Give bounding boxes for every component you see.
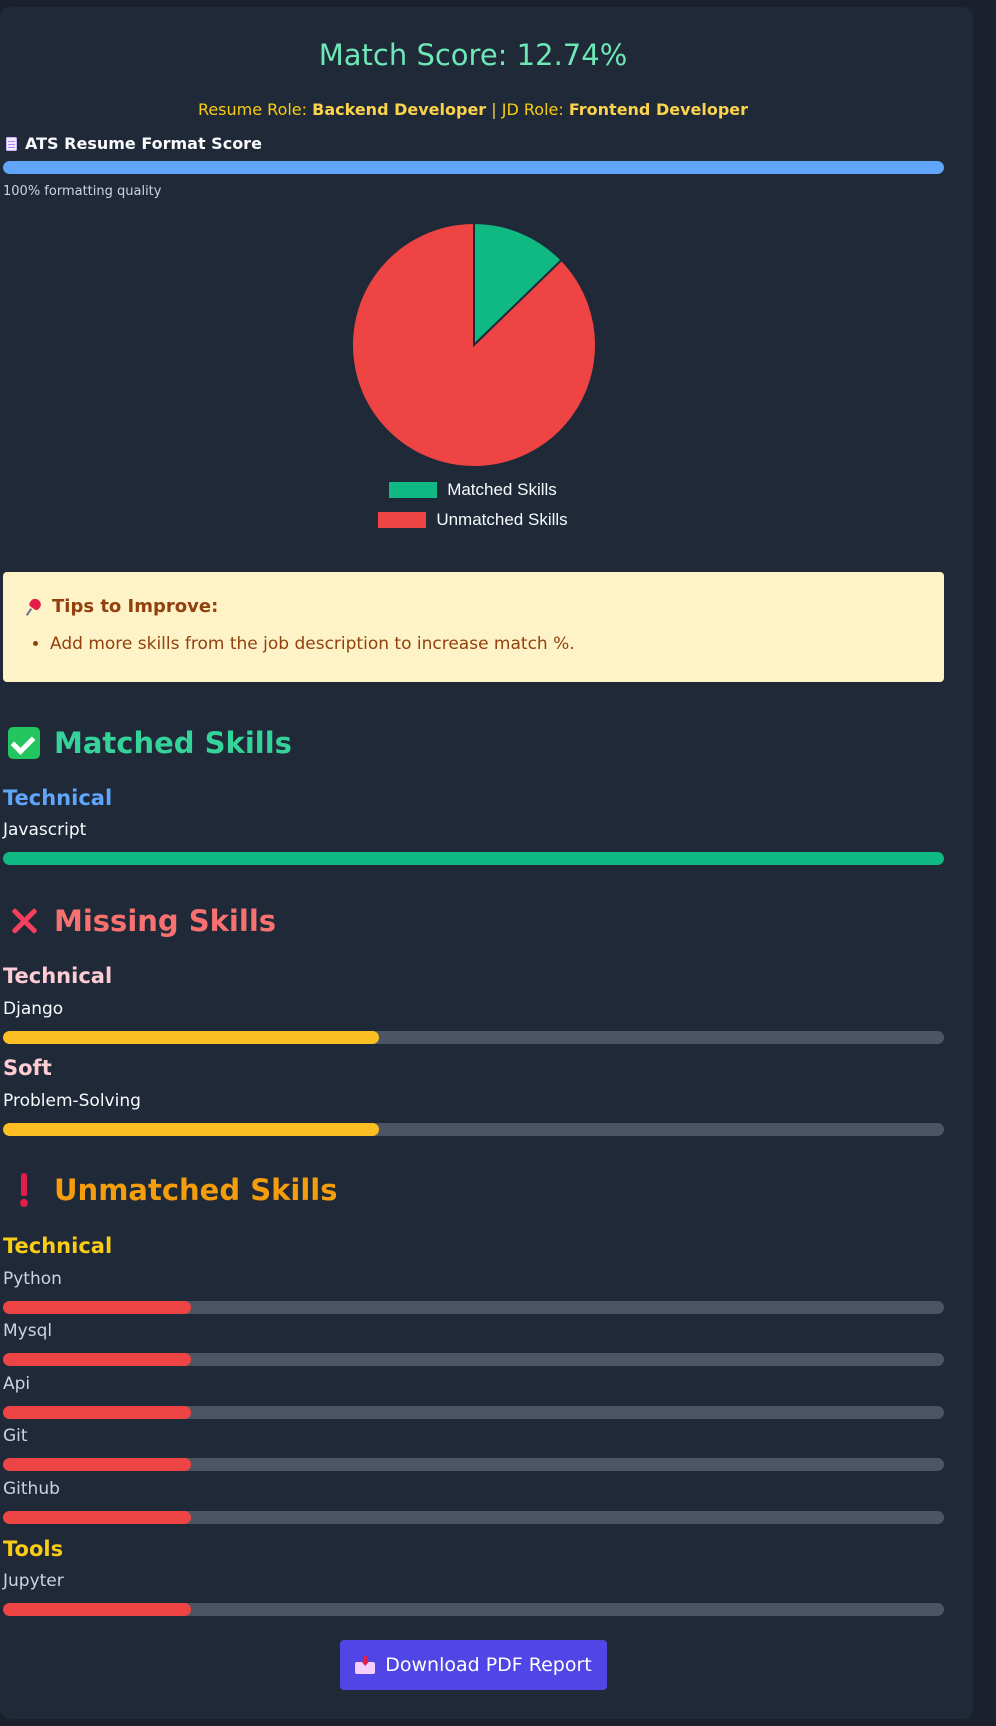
legend-label-matched: Matched Skills bbox=[447, 480, 557, 499]
skill-label-mysql: Mysql bbox=[3, 1321, 53, 1341]
skill-bar-fill bbox=[3, 1406, 192, 1419]
skill-label-python: Python bbox=[3, 1269, 62, 1289]
roles-separator: | bbox=[491, 100, 497, 119]
match-score-title: Match Score: 12.74% bbox=[318, 38, 628, 72]
ats-progress-bar bbox=[3, 161, 944, 174]
unmatched-skills-heading: Unmatched Skills bbox=[8, 1173, 337, 1207]
matched-skills-title: Matched Skills bbox=[54, 726, 292, 760]
unmatched-category-technical: Technical bbox=[3, 1234, 113, 1258]
skill-label-django: Django bbox=[3, 999, 64, 1019]
cross-icon bbox=[8, 905, 40, 937]
skill-bar-python bbox=[3, 1301, 944, 1314]
skill-bar-fill bbox=[3, 1603, 192, 1616]
tips-heading: Tips to Improve: bbox=[26, 596, 218, 617]
skill-label-problem-solving: Problem-Solving bbox=[3, 1091, 141, 1111]
ats-score-heading: ATS Resume Format Score bbox=[6, 134, 262, 153]
skill-bar-fill bbox=[3, 1511, 192, 1524]
pushpin-icon bbox=[26, 598, 44, 616]
missing-skills-title: Missing Skills bbox=[54, 904, 277, 938]
inbox-tray-icon bbox=[355, 1656, 376, 1674]
download-pdf-label: Download PDF Report bbox=[385, 1654, 592, 1676]
skill-bar-api bbox=[3, 1406, 944, 1419]
unmatched-skills-title: Unmatched Skills bbox=[54, 1173, 338, 1207]
roles-line: Resume Role: Backend Developer | JD Role… bbox=[0, 100, 946, 119]
tip-item: Add more skills from the job description… bbox=[50, 634, 575, 654]
document-icon bbox=[6, 136, 17, 151]
skill-bar-django bbox=[3, 1031, 944, 1044]
matched-category-technical: Technical bbox=[3, 786, 113, 810]
jd-role-value: Frontend Developer bbox=[568, 100, 749, 119]
download-pdf-button[interactable]: Download PDF Report bbox=[340, 1640, 607, 1690]
skill-bar-fill bbox=[3, 1353, 192, 1366]
missing-skills-heading: Missing Skills bbox=[8, 904, 276, 938]
missing-category-soft: Soft bbox=[3, 1056, 52, 1080]
skill-bar-fill bbox=[3, 1458, 192, 1471]
legend-label-unmatched: Unmatched Skills bbox=[436, 510, 568, 529]
skill-bar-jupyter bbox=[3, 1603, 944, 1616]
skill-bar-fill bbox=[3, 852, 944, 865]
skill-bar-problem-solving bbox=[3, 1123, 944, 1136]
ats-title: ATS Resume Format Score bbox=[25, 134, 262, 153]
legend-matched: Matched Skills bbox=[0, 480, 946, 500]
tips-box: Tips to Improve: Add more skills from th… bbox=[3, 572, 944, 682]
unmatched-category-tools: Tools bbox=[3, 1537, 64, 1561]
jd-role-label: JD Role: bbox=[501, 100, 564, 119]
skill-label-git: Git bbox=[3, 1426, 28, 1446]
skill-bar-github bbox=[3, 1511, 944, 1524]
ats-progress-fill bbox=[3, 161, 944, 174]
skill-bar-mysql bbox=[3, 1353, 944, 1366]
resume-role-label: Resume Role: bbox=[197, 100, 308, 119]
skill-bar-javascript bbox=[3, 852, 944, 865]
tips-list: Add more skills from the job description… bbox=[25, 634, 575, 654]
skills-pie-chart bbox=[351, 221, 597, 468]
legend-swatch-matched bbox=[389, 482, 438, 498]
skill-label-api: Api bbox=[3, 1374, 31, 1394]
legend-unmatched: Unmatched Skills bbox=[0, 510, 946, 530]
skill-label-github: Github bbox=[3, 1479, 60, 1499]
skill-bar-fill bbox=[3, 1123, 380, 1136]
resume-role-value: Backend Developer bbox=[312, 100, 487, 119]
skill-label-jupyter: Jupyter bbox=[3, 1571, 64, 1591]
exclamation-icon bbox=[8, 1173, 40, 1207]
skill-bar-git bbox=[3, 1458, 944, 1471]
ats-caption: 100% formatting quality bbox=[3, 184, 162, 199]
missing-category-technical: Technical bbox=[3, 964, 113, 988]
check-icon bbox=[8, 727, 40, 759]
tips-title: Tips to Improve: bbox=[52, 596, 219, 617]
matched-skills-heading: Matched Skills bbox=[8, 726, 292, 760]
skill-label-javascript: Javascript bbox=[3, 820, 87, 840]
skill-bar-fill bbox=[3, 1301, 192, 1314]
skill-bar-fill bbox=[3, 1031, 380, 1044]
legend-swatch-unmatched bbox=[378, 512, 427, 528]
